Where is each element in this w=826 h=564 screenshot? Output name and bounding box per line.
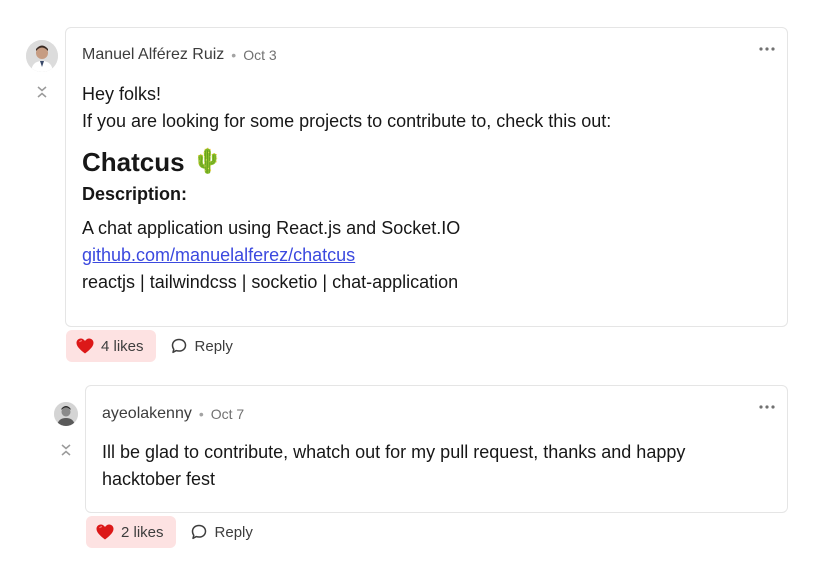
reply-label: Reply [194,337,233,355]
ellipsis-icon [759,405,775,409]
collapse-chevrons-icon [37,86,47,98]
comment-author[interactable]: ayeolakenny [102,405,192,423]
like-count: 2 likes [121,523,164,541]
avatar[interactable] [54,402,78,426]
heart-icon [76,338,94,354]
collapse-chevrons-icon [61,444,71,456]
user-avatar-image [26,40,58,72]
separator-dot: • [231,47,237,63]
comment-meta: Manuel Alférez Ruiz • Oct 3 [82,46,277,64]
project-title: Chatcus [82,147,185,177]
reply-text-line-2: hacktober fest [102,469,216,489]
reply-text-line-1: Ill be glad to contribute, whatch out fo… [102,442,686,462]
intro-text: If you are looking for some projects to … [82,111,612,131]
like-button[interactable]: 2 likes [86,516,176,548]
comment-card: Manuel Alférez Ruiz • Oct 3 Hey folks! I… [65,27,788,327]
comment-thread-2: ayeolakenny • Oct 7 Ill be glad to contr… [0,370,826,564]
collapse-thread-button[interactable] [35,84,49,100]
comment-options-button[interactable] [755,39,779,59]
description-text: A chat application using React.js and So… [82,218,461,238]
separator-dot: • [198,406,204,422]
comment-meta: ayeolakenny • Oct 7 [102,405,244,423]
project-heading: Chatcus 🌵 [82,145,772,179]
comment-card: ayeolakenny • Oct 7 Ill be glad to contr… [85,385,788,513]
reply-button[interactable]: Reply [160,330,243,362]
description-heading: Description: [82,184,188,204]
avatar[interactable] [26,40,58,72]
comment-body: Ill be glad to contribute, whatch out fo… [102,439,772,493]
reply-label: Reply [214,523,253,541]
like-count: 4 likes [101,337,144,355]
comment-options-button[interactable] [755,397,779,417]
greeting-text: Hey folks! [82,84,162,104]
user-avatar-image [54,402,78,426]
comment-date[interactable]: Oct 7 [211,406,244,422]
speech-bubble-icon [191,524,206,540]
collapse-thread-button[interactable] [59,442,73,458]
comment-date[interactable]: Oct 3 [243,47,276,63]
like-button[interactable]: 4 likes [66,330,156,362]
heart-icon [96,524,114,540]
comment-actions: 4 likes Reply [66,330,243,362]
comment-body: Hey folks! If you are looking for some p… [82,81,772,296]
ellipsis-icon [759,47,775,51]
comment-author[interactable]: Manuel Alférez Ruiz [82,46,224,64]
tags-text: reactjs | tailwindcss | socketio | chat-… [82,272,459,292]
speech-bubble-icon [171,338,186,354]
comment-actions: 2 likes Reply [86,516,263,548]
reply-button[interactable]: Reply [180,516,263,548]
cactus-emoji-icon: 🌵 [192,148,223,175]
comment-thread-1: Manuel Alférez Ruiz • Oct 3 Hey folks! I… [0,0,826,370]
project-link[interactable]: github.com/manuelalferez/chatcus [82,245,355,265]
